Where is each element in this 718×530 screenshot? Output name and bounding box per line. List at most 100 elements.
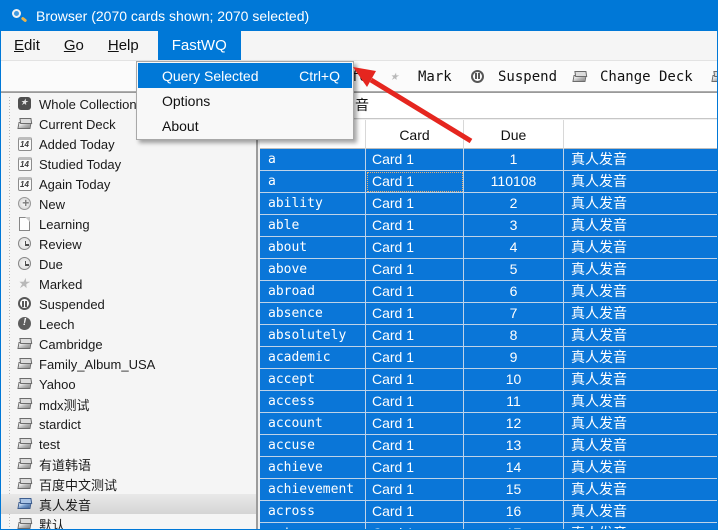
sidebar-item-leech[interactable]: Leech bbox=[1, 314, 258, 334]
table-row[interactable]: absolutelyCard 18真人发音 bbox=[260, 325, 718, 347]
table-row[interactable]: aCard 1110108真人发音 bbox=[260, 171, 718, 193]
table-row[interactable]: academicCard 19真人发音 bbox=[260, 347, 718, 369]
cell-due[interactable]: 9 bbox=[464, 347, 564, 369]
sidebar-item-yahoo[interactable]: Yahoo bbox=[1, 374, 258, 394]
toolbar-button-change-deck[interactable]: Change Deck bbox=[572, 61, 693, 92]
cell-card[interactable]: Card 1 bbox=[366, 523, 464, 530]
cell-card[interactable]: Card 1 bbox=[366, 413, 464, 435]
menubar-item-fastwq[interactable]: FastWQ bbox=[158, 31, 241, 60]
sidebar-item-marked[interactable]: Marked bbox=[1, 274, 258, 294]
cell-sort_field[interactable]: account bbox=[260, 413, 366, 435]
cell-deck[interactable]: 真人发音 bbox=[564, 303, 718, 325]
cell-sort_field[interactable]: about bbox=[260, 237, 366, 259]
cell-sort_field[interactable]: across bbox=[260, 501, 366, 523]
cell-due[interactable]: 4 bbox=[464, 237, 564, 259]
cell-card[interactable]: Card 1 bbox=[366, 303, 464, 325]
cell-card[interactable]: Card 1 bbox=[366, 259, 464, 281]
cell-sort_field[interactable]: able bbox=[260, 215, 366, 237]
toolbar-button-mark[interactable]: Mark bbox=[390, 61, 452, 92]
cell-due[interactable]: 5 bbox=[464, 259, 564, 281]
cell-due[interactable]: 1 bbox=[464, 149, 564, 171]
cell-due[interactable]: 6 bbox=[464, 281, 564, 303]
table-row[interactable]: achievementCard 115真人发音 bbox=[260, 479, 718, 501]
cell-sort_field[interactable]: abroad bbox=[260, 281, 366, 303]
sidebar-item-item[interactable]: 百度中文测试 bbox=[1, 474, 258, 494]
cell-due[interactable]: 10 bbox=[464, 369, 564, 391]
sidebar-item-due[interactable]: Due bbox=[1, 254, 258, 274]
cell-deck[interactable]: 真人发音 bbox=[564, 259, 718, 281]
cell-card[interactable]: Card 1 bbox=[366, 501, 464, 523]
sidebar-item-again-today[interactable]: Again Today bbox=[1, 174, 258, 194]
cell-deck[interactable]: 真人发音 bbox=[564, 171, 718, 193]
sidebar-item-studied-today[interactable]: Studied Today bbox=[1, 154, 258, 174]
cell-due[interactable]: 2 bbox=[464, 193, 564, 215]
table-row[interactable]: aCard 11真人发音 bbox=[260, 149, 718, 171]
sidebar-item-cambridge[interactable]: Cambridge bbox=[1, 334, 258, 354]
table-row[interactable]: absenceCard 17真人发音 bbox=[260, 303, 718, 325]
table-row[interactable]: abroadCard 16真人发音 bbox=[260, 281, 718, 303]
cell-deck[interactable]: 真人发音 bbox=[564, 435, 718, 457]
cell-deck[interactable]: 真人发音 bbox=[564, 457, 718, 479]
table-row[interactable]: abilityCard 12真人发音 bbox=[260, 193, 718, 215]
menubar-item-help[interactable]: Help bbox=[97, 31, 150, 60]
table-row[interactable]: accessCard 111真人发音 bbox=[260, 391, 718, 413]
cell-sort_field[interactable]: academic bbox=[260, 347, 366, 369]
column-header-due[interactable]: Due bbox=[464, 120, 564, 149]
cell-due[interactable]: 13 bbox=[464, 435, 564, 457]
menu-item-about[interactable]: About bbox=[138, 113, 352, 138]
cell-card[interactable]: Card 1 bbox=[366, 479, 464, 501]
column-header-deck[interactable] bbox=[564, 120, 718, 149]
cell-card[interactable]: Card 1 bbox=[366, 237, 464, 259]
cell-due[interactable]: 12 bbox=[464, 413, 564, 435]
sidebar-item-item[interactable]: 有道韩语 bbox=[1, 454, 258, 474]
sidebar-item-item[interactable]: 真人发音 bbox=[1, 494, 258, 514]
table-row[interactable]: accountCard 112真人发音 bbox=[260, 413, 718, 435]
cell-due[interactable]: 17 bbox=[464, 523, 564, 530]
table-row[interactable]: aboutCard 14真人发音 bbox=[260, 237, 718, 259]
sidebar-item-review[interactable]: Review bbox=[1, 234, 258, 254]
cell-deck[interactable]: 真人发音 bbox=[564, 281, 718, 303]
cell-deck[interactable]: 真人发音 bbox=[564, 215, 718, 237]
toolbar-button-partial[interactable] bbox=[711, 61, 718, 92]
cell-card[interactable]: Card 1 bbox=[366, 281, 464, 303]
cell-deck[interactable]: 真人发音 bbox=[564, 347, 718, 369]
sidebar-item-mdx[interactable]: mdx测试 bbox=[1, 394, 258, 414]
cell-deck[interactable]: 真人发音 bbox=[564, 501, 718, 523]
cell-due[interactable]: 15 bbox=[464, 479, 564, 501]
cell-deck[interactable]: 真人发音 bbox=[564, 193, 718, 215]
table-row[interactable]: accuseCard 113真人发音 bbox=[260, 435, 718, 457]
cell-sort_field[interactable]: access bbox=[260, 391, 366, 413]
cell-card[interactable]: Card 1 bbox=[366, 171, 464, 193]
cell-sort_field[interactable]: a bbox=[260, 171, 366, 193]
table-row[interactable]: ableCard 13真人发音 bbox=[260, 215, 718, 237]
table-row[interactable]: achieveCard 114真人发音 bbox=[260, 457, 718, 479]
cell-sort_field[interactable]: achieve bbox=[260, 457, 366, 479]
cell-card[interactable]: Card 1 bbox=[366, 193, 464, 215]
cell-deck[interactable]: 真人发音 bbox=[564, 237, 718, 259]
menubar-item-edit[interactable]: Edit bbox=[3, 31, 51, 60]
cell-card[interactable]: Card 1 bbox=[366, 149, 464, 171]
cell-card[interactable]: Card 1 bbox=[366, 435, 464, 457]
cell-sort_field[interactable]: a bbox=[260, 149, 366, 171]
cell-deck[interactable]: 真人发音 bbox=[564, 413, 718, 435]
cell-card[interactable]: Card 1 bbox=[366, 347, 464, 369]
sidebar-item-suspended[interactable]: Suspended bbox=[1, 294, 258, 314]
cell-card[interactable]: Card 1 bbox=[366, 325, 464, 347]
cell-sort_field[interactable]: absolutely bbox=[260, 325, 366, 347]
menu-item-options[interactable]: Options bbox=[138, 88, 352, 113]
cell-card[interactable]: Card 1 bbox=[366, 391, 464, 413]
menu-item-query-selected[interactable]: Query SelectedCtrl+Q bbox=[138, 63, 352, 88]
cell-sort_field[interactable]: act bbox=[260, 523, 366, 530]
toolbar-button-suspend[interactable]: Suspend bbox=[470, 61, 557, 92]
cell-due[interactable]: 7 bbox=[464, 303, 564, 325]
cell-sort_field[interactable]: above bbox=[260, 259, 366, 281]
cell-sort_field[interactable]: achievement bbox=[260, 479, 366, 501]
cell-sort_field[interactable]: ability bbox=[260, 193, 366, 215]
cell-sort_field[interactable]: accept bbox=[260, 369, 366, 391]
cell-card[interactable]: Card 1 bbox=[366, 457, 464, 479]
sidebar-item-family-album-usa[interactable]: Family_Album_USA bbox=[1, 354, 258, 374]
cell-sort_field[interactable]: accuse bbox=[260, 435, 366, 457]
cell-deck[interactable]: 真人发音 bbox=[564, 523, 718, 530]
cell-due[interactable]: 14 bbox=[464, 457, 564, 479]
sidebar-item-new[interactable]: New bbox=[1, 194, 258, 214]
